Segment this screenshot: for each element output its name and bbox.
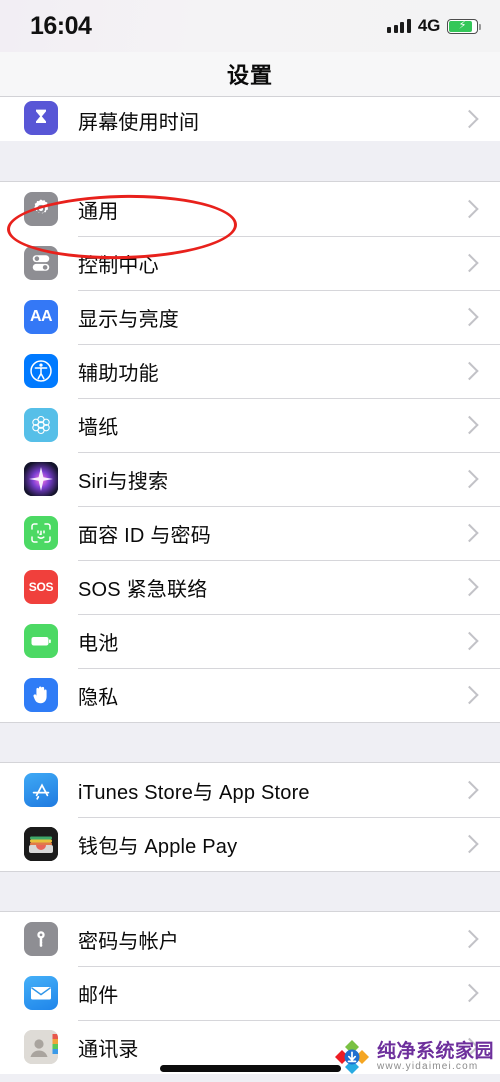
watermark-site-url: www.yidaimei.com xyxy=(376,1060,479,1072)
charging-bolt-icon: ⚡ xyxy=(458,19,467,32)
status-time: 16:04 xyxy=(30,11,92,40)
section-gap-3 xyxy=(0,871,500,912)
chevron-right-icon xyxy=(458,614,482,668)
settings-row-label: 密码与帐户 xyxy=(78,930,179,953)
settings-row-mail[interactable]: 邮件 xyxy=(0,966,500,1020)
settings-row-itunes-app-store[interactable]: iTunes Store与 App Store xyxy=(0,763,500,817)
page-title: 设置 xyxy=(226,63,273,88)
section-gap-2 xyxy=(0,722,500,763)
settings-row-label: Siri与搜索 xyxy=(78,470,169,493)
settings-row-passwords-accounts[interactable]: 密码与帐户 xyxy=(0,912,500,966)
settings-row-label: 通讯录 xyxy=(78,1038,139,1061)
settings-row-label: 通用 xyxy=(78,200,119,223)
settings-row-general[interactable]: 通用 xyxy=(0,182,500,236)
chevron-right-icon xyxy=(458,236,482,290)
settings-row-siri-search[interactable]: Siri与搜索 xyxy=(0,452,500,506)
sliders-icon xyxy=(24,246,58,280)
nav-header: 设置 xyxy=(0,52,500,97)
key-icon xyxy=(24,922,58,956)
mail-icon xyxy=(24,976,58,1010)
hand-icon xyxy=(24,678,58,712)
chevron-right-icon xyxy=(458,97,482,141)
hourglass-icon xyxy=(24,101,58,135)
face-id-icon xyxy=(24,516,58,550)
chevron-right-icon xyxy=(458,452,482,506)
settings-list[interactable]: 屏幕使用时间 通用 控制中心 AA 显示与亮度 辅助功能 墙纸 Siri与搜索 … xyxy=(0,97,500,1082)
battery-charging-icon: ⚡ xyxy=(447,18,481,34)
section-gap-1 xyxy=(0,141,500,182)
settings-row-label: 邮件 xyxy=(78,984,119,1007)
flower-icon xyxy=(24,408,58,442)
chevron-right-icon xyxy=(458,290,482,344)
settings-row-wallet-apple-pay[interactable]: 钱包与 Apple Pay xyxy=(0,817,500,871)
chevron-right-icon xyxy=(458,966,482,1020)
watermark-logo-icon xyxy=(333,1038,371,1076)
settings-row-label: 电池 xyxy=(78,632,119,655)
settings-row-wallpaper[interactable]: 墙纸 xyxy=(0,398,500,452)
settings-row-label: 屏幕使用时间 xyxy=(78,112,200,134)
gear-icon xyxy=(24,192,58,226)
settings-row-emergency-sos[interactable]: SOS SOS 紧急联络 xyxy=(0,560,500,614)
settings-row-screen-time[interactable]: 屏幕使用时间 xyxy=(0,97,500,141)
settings-row-battery[interactable]: 电池 xyxy=(0,614,500,668)
settings-row-label: 控制中心 xyxy=(78,254,159,277)
watermark-text: 纯净系统家园 www.yidaimei.com xyxy=(376,1040,494,1072)
contacts-icon xyxy=(24,1030,58,1064)
settings-section-system: 通用 控制中心 AA 显示与亮度 辅助功能 墙纸 Siri与搜索 面容 ID 与… xyxy=(0,182,500,722)
settings-row-label: 显示与亮度 xyxy=(78,308,179,331)
status-right-cluster: 4G ⚡ xyxy=(387,16,481,36)
chevron-right-icon xyxy=(458,817,482,871)
settings-row-control-center[interactable]: 控制中心 xyxy=(0,236,500,290)
aa-text-icon: AA xyxy=(24,300,58,334)
accessibility-icon xyxy=(24,354,58,388)
chevron-right-icon xyxy=(458,912,482,966)
settings-row-face-id-passcode[interactable]: 面容 ID 与密码 xyxy=(0,506,500,560)
chevron-right-icon xyxy=(458,398,482,452)
chevron-right-icon xyxy=(458,506,482,560)
settings-row-label: 隐私 xyxy=(78,686,119,709)
site-watermark: 纯净系统家园 www.yidaimei.com xyxy=(333,1038,494,1076)
settings-row-label: 辅助功能 xyxy=(78,362,159,385)
settings-row-label: 面容 ID 与密码 xyxy=(78,524,211,547)
watermark-site-name: 纯净系统家园 xyxy=(376,1040,494,1062)
sos-icon: SOS xyxy=(24,570,58,604)
settings-row-label: SOS 紧急联络 xyxy=(78,578,208,601)
siri-orb-icon xyxy=(24,462,58,496)
chevron-right-icon xyxy=(458,344,482,398)
app-store-icon xyxy=(24,773,58,807)
chevron-right-icon xyxy=(458,560,482,614)
settings-row-accessibility[interactable]: 辅助功能 xyxy=(0,344,500,398)
settings-section-stores: iTunes Store与 App Store 钱包与 Apple Pay xyxy=(0,763,500,871)
home-indicator[interactable] xyxy=(160,1065,341,1072)
aa-glyph: AA xyxy=(29,308,53,325)
settings-row-privacy[interactable]: 隐私 xyxy=(0,668,500,722)
sos-glyph: SOS xyxy=(28,580,54,594)
chevron-right-icon xyxy=(458,182,482,236)
battery-icon xyxy=(24,624,58,658)
network-type-label: 4G xyxy=(417,16,440,35)
signal-bars-icon xyxy=(387,19,411,33)
chevron-right-icon xyxy=(458,668,482,722)
settings-row-label: 钱包与 Apple Pay xyxy=(78,835,238,858)
settings-section-screentime: 屏幕使用时间 xyxy=(0,97,500,141)
settings-row-label: iTunes Store与 App Store xyxy=(78,781,310,804)
wallet-icon xyxy=(24,827,58,861)
status-bar: 16:04 4G ⚡ xyxy=(0,0,500,52)
settings-row-display-brightness[interactable]: AA 显示与亮度 xyxy=(0,290,500,344)
chevron-right-icon xyxy=(458,763,482,817)
settings-row-label: 墙纸 xyxy=(78,416,119,439)
